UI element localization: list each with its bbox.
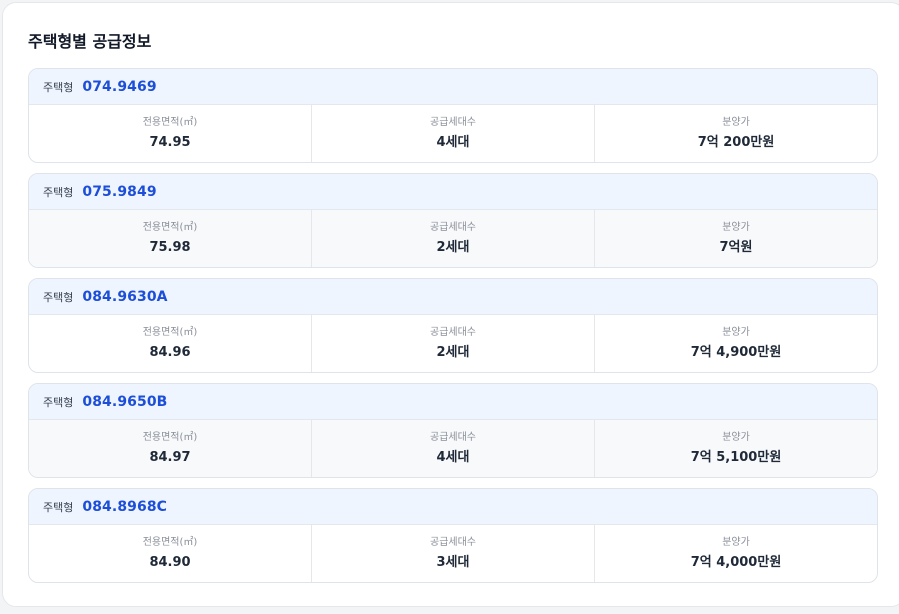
area-cell: 전용면적(㎡) 74.95 — [29, 105, 312, 162]
units-value: 2세대 — [436, 240, 470, 255]
type-label: 주택형 — [43, 395, 74, 409]
area-label: 전용면적(㎡) — [142, 327, 198, 338]
units-label: 공급세대수 — [430, 432, 476, 443]
type-label: 주택형 — [43, 80, 74, 94]
housing-type-card: 주택형 084.9630A 전용면적(㎡) 84.96 공급세대수 2세대 분양… — [28, 278, 878, 373]
area-cell: 전용면적(㎡) 84.97 — [29, 420, 312, 477]
housing-type-card: 주택형 084.9650B 전용면적(㎡) 84.97 공급세대수 4세대 분양… — [28, 383, 878, 478]
price-value: 7억 4,000만원 — [690, 555, 782, 570]
housing-type-card: 주택형 084.8968C 전용면적(㎡) 84.90 공급세대수 3세대 분양… — [28, 488, 878, 583]
area-label: 전용면적(㎡) — [142, 432, 198, 443]
housing-type-card: 주택형 075.9849 전용면적(㎡) 75.98 공급세대수 2세대 분양가… — [28, 173, 878, 268]
price-label: 분양가 — [722, 432, 750, 443]
card-body: 전용면적(㎡) 75.98 공급세대수 2세대 분양가 7억원 — [29, 210, 877, 267]
card-body: 전용면적(㎡) 84.90 공급세대수 3세대 분양가 7억 4,000만원 — [29, 525, 877, 582]
area-label: 전용면적(㎡) — [142, 222, 198, 233]
price-value: 7억 5,100만원 — [690, 450, 782, 465]
units-cell: 공급세대수 4세대 — [312, 105, 595, 162]
units-label: 공급세대수 — [430, 537, 476, 548]
price-value: 7억 200만원 — [697, 135, 775, 150]
card-body: 전용면적(㎡) 74.95 공급세대수 4세대 분양가 7억 200만원 — [29, 105, 877, 162]
area-cell: 전용면적(㎡) 84.96 — [29, 315, 312, 372]
type-label: 주택형 — [43, 185, 74, 199]
price-value: 7억원 — [719, 240, 753, 255]
supply-info-panel: 주택형별 공급정보 주택형 074.9469 전용면적(㎡) 74.95 공급세… — [2, 2, 899, 607]
card-header: 주택형 075.9849 — [29, 174, 877, 210]
card-header: 주택형 074.9469 — [29, 69, 877, 105]
type-code: 075.9849 — [82, 183, 157, 200]
card-header: 주택형 084.9630A — [29, 279, 877, 315]
area-cell: 전용면적(㎡) 84.90 — [29, 525, 312, 582]
type-code: 074.9469 — [82, 78, 157, 95]
price-label: 분양가 — [722, 327, 750, 338]
area-label: 전용면적(㎡) — [142, 117, 198, 128]
units-cell: 공급세대수 2세대 — [312, 315, 595, 372]
section-title: 주택형별 공급정보 — [28, 32, 152, 51]
units-value: 2세대 — [436, 345, 470, 360]
units-label: 공급세대수 — [430, 327, 476, 338]
area-value: 74.95 — [149, 135, 191, 150]
card-body: 전용면적(㎡) 84.97 공급세대수 4세대 분양가 7억 5,100만원 — [29, 420, 877, 477]
price-cell: 분양가 7억 4,000만원 — [595, 525, 877, 582]
area-value: 84.90 — [149, 555, 191, 570]
type-code: 084.9630A — [82, 288, 168, 305]
price-label: 분양가 — [722, 117, 750, 128]
price-cell: 분양가 7억 4,900만원 — [595, 315, 877, 372]
area-cell: 전용면적(㎡) 75.98 — [29, 210, 312, 267]
price-cell: 분양가 7억원 — [595, 210, 877, 267]
units-cell: 공급세대수 3세대 — [312, 525, 595, 582]
units-value: 3세대 — [436, 555, 470, 570]
area-value: 75.98 — [149, 240, 191, 255]
units-cell: 공급세대수 4세대 — [312, 420, 595, 477]
units-label: 공급세대수 — [430, 117, 476, 128]
type-label: 주택형 — [43, 290, 74, 304]
price-cell: 분양가 7억 5,100만원 — [595, 420, 877, 477]
card-header: 주택형 084.9650B — [29, 384, 877, 420]
price-label: 분양가 — [722, 222, 750, 233]
housing-type-card: 주택형 074.9469 전용면적(㎡) 74.95 공급세대수 4세대 분양가… — [28, 68, 878, 163]
area-value: 84.97 — [149, 450, 191, 465]
units-cell: 공급세대수 2세대 — [312, 210, 595, 267]
price-value: 7억 4,900만원 — [690, 345, 782, 360]
price-cell: 분양가 7억 200만원 — [595, 105, 877, 162]
area-label: 전용면적(㎡) — [142, 537, 198, 548]
units-value: 4세대 — [436, 450, 470, 465]
type-code: 084.9650B — [82, 393, 168, 410]
units-value: 4세대 — [436, 135, 470, 150]
card-header: 주택형 084.8968C — [29, 489, 877, 525]
area-value: 84.96 — [149, 345, 191, 360]
card-body: 전용면적(㎡) 84.96 공급세대수 2세대 분양가 7억 4,900만원 — [29, 315, 877, 372]
type-label: 주택형 — [43, 500, 74, 514]
housing-type-list: 주택형 074.9469 전용면적(㎡) 74.95 공급세대수 4세대 분양가… — [28, 68, 878, 593]
price-label: 분양가 — [722, 537, 750, 548]
units-label: 공급세대수 — [430, 222, 476, 233]
type-code: 084.8968C — [82, 498, 168, 515]
